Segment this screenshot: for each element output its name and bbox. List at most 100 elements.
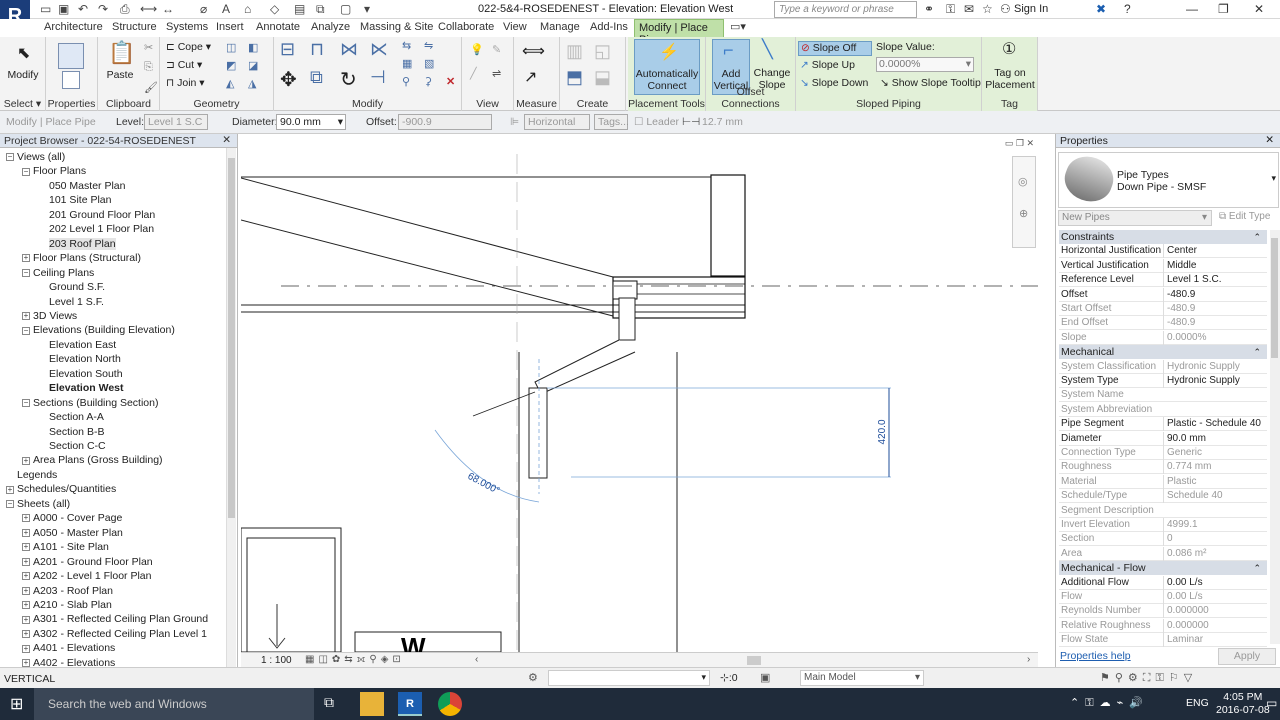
revit-taskbar-icon[interactable]: R — [398, 692, 422, 716]
worksharing-icon[interactable]: ⚙ — [528, 671, 538, 684]
expand-toggle-icon[interactable]: + — [22, 514, 30, 523]
copy-clip-icon[interactable]: ⎘ — [144, 61, 153, 74]
property-row[interactable]: Additional Flow 0.00 L/s — [1059, 575, 1267, 590]
show-slope-tooltip-button[interactable]: ↘ Show Slope Tooltip — [880, 77, 981, 90]
browser-tree-item[interactable]: Section B-B — [38, 425, 104, 439]
property-row[interactable]: Slope 0.0000% — [1059, 330, 1267, 345]
edit-type-button[interactable]: ⧉ Edit Type — [1216, 210, 1278, 226]
expand-toggle-icon[interactable]: + — [22, 254, 30, 263]
property-row[interactable]: Flow 0.00 L/s — [1059, 590, 1267, 604]
expand-toggle-icon[interactable]: + — [6, 485, 14, 494]
paste-button[interactable]: Paste — [100, 69, 140, 81]
split-gap-icon[interactable]: ⇋ — [424, 39, 433, 52]
leader-length[interactable]: 12.7 mm — [702, 116, 743, 128]
property-row[interactable]: Vertical Justification Middle — [1059, 258, 1267, 273]
properties-scroll-thumb[interactable] — [1271, 238, 1278, 358]
property-row[interactable]: Schedule/Type Schedule 40 — [1059, 489, 1267, 504]
expand-toggle-icon[interactable]: + — [22, 456, 30, 465]
subscription-icon[interactable]: ⚿ — [946, 2, 955, 17]
level-select[interactable]: Level 1 S.C — [144, 114, 208, 130]
browser-tree-item[interactable]: − Sheets (all) — [6, 497, 70, 511]
property-value[interactable]: 0.00 L/s — [1163, 575, 1267, 590]
scale-label[interactable]: 1 : 100 — [261, 655, 292, 666]
communication-icon[interactable]: ✉ — [964, 2, 974, 16]
split-element-icon[interactable]: ⇆ — [402, 39, 411, 52]
design-options-icon[interactable]: ▣ — [760, 671, 770, 684]
browser-tree-item[interactable]: + A101 - Site Plan — [22, 540, 109, 554]
browser-tree-item[interactable]: Section A-A — [38, 410, 104, 424]
browser-tree-item[interactable]: − Sections (Building Section) — [22, 396, 158, 410]
steering-wheel-icon[interactable]: ◎ — [1018, 175, 1028, 188]
view-window-controls[interactable]: ▭ ❐ ✕ — [1005, 138, 1034, 149]
browser-tree-item[interactable]: 203 Roof Plan — [38, 237, 116, 251]
expand-toggle-icon[interactable]: + — [22, 312, 30, 321]
expand-toggle-icon[interactable]: + — [22, 615, 30, 624]
property-row[interactable]: Start Offset -480.9 — [1059, 302, 1267, 316]
view-control-icons[interactable]: ▦◫✿⇆⟗⚲◈⊡ — [305, 654, 405, 665]
undo-icon[interactable]: ↶ — [78, 2, 88, 17]
user-icon[interactable]: ⚇ — [1000, 2, 1011, 16]
tab-manage[interactable]: Manage — [540, 21, 580, 33]
align-icon[interactable]: ⊟ — [280, 39, 295, 60]
expand-toggle-icon[interactable]: + — [22, 586, 30, 595]
tab-massing-site[interactable]: Massing & Site — [360, 21, 433, 33]
binoculars-icon[interactable]: ⚭ — [924, 2, 934, 16]
expand-toggle-icon[interactable]: − — [22, 167, 30, 176]
dim-vertical-text[interactable]: 420.0 — [877, 419, 888, 444]
sign-in-link[interactable]: Sign In — [1014, 3, 1048, 15]
tab-view[interactable]: View — [503, 21, 527, 33]
expand-toggle-icon[interactable]: − — [22, 398, 30, 407]
browser-tree-item[interactable]: + Floor Plans (Structural) — [22, 251, 141, 265]
browser-tree-item[interactable]: + A202 - Level 1 Floor Plan — [22, 569, 151, 583]
slope-value-select[interactable]: 0.0000% ▾ — [876, 57, 974, 72]
dimension-icon[interactable]: ↗ — [524, 67, 537, 87]
browser-tree-item[interactable]: 050 Master Plan — [38, 179, 125, 193]
cope-button[interactable]: ⊏ Cope ▾ — [166, 41, 211, 54]
tag-icon[interactable]: ⌀ — [200, 2, 207, 17]
create-parts-icon[interactable]: ◱ — [594, 41, 611, 62]
property-value[interactable]: Plastic - Schedule 40 — [1163, 417, 1267, 432]
expand-toggle-icon[interactable]: + — [22, 528, 30, 537]
browser-tree-item[interactable]: Ground S.F. — [38, 280, 105, 294]
browser-tree-item[interactable]: − Elevations (Building Elevation) — [22, 323, 175, 337]
browser-tree-item[interactable]: Elevation West — [38, 381, 124, 395]
tab-options-icon[interactable]: ▭▾ — [730, 20, 746, 33]
tab-structure[interactable]: Structure — [112, 21, 157, 33]
tab-add-ins[interactable]: Add-Ins — [590, 21, 628, 33]
property-value[interactable]: Center — [1163, 244, 1267, 259]
mirror-line-icon[interactable]: ⋉ — [370, 39, 388, 60]
help-search-input[interactable]: Type a keyword or phrase — [774, 1, 917, 18]
browser-tree-item[interactable]: 202 Level 1 Floor Plan — [38, 222, 154, 236]
create-similar-icon[interactable]: ⬒ — [566, 67, 583, 88]
property-section-header[interactable]: Mechanical ⌃ — [1059, 345, 1267, 360]
drawing-canvas[interactable]: 420.0 68.000° W ▭ ❐ ✕ ◎ ⊕ — [241, 134, 1038, 652]
move-icon[interactable]: ✥ — [280, 67, 297, 92]
browser-tree-item[interactable]: Section C-C — [38, 439, 106, 453]
minimize-icon[interactable]: — — [1186, 2, 1198, 16]
browser-tree-item[interactable]: + Area Plans (Gross Building) — [22, 453, 163, 467]
trim-extend-icon[interactable]: ⊣ — [370, 67, 386, 88]
tab-systems[interactable]: Systems — [166, 21, 208, 33]
match-properties-icon[interactable]: 🖌 — [144, 81, 158, 94]
copy-icon[interactable]: ⧉ — [310, 67, 323, 88]
close-hidden-icon[interactable]: ⧉ — [316, 2, 325, 17]
save-icon[interactable]: ▣ — [58, 2, 69, 17]
browser-tree-item[interactable]: 201 Ground Floor Plan — [38, 208, 155, 222]
leader-checkbox[interactable]: ☐ Leader — [634, 116, 679, 128]
apply-button[interactable]: Apply — [1218, 648, 1276, 665]
paste-icon[interactable]: 📋 — [108, 40, 135, 66]
notifications-icon[interactable]: ▭ — [1266, 696, 1277, 710]
property-row[interactable]: Diameter 90.0 mm — [1059, 431, 1267, 446]
create-assembly-icon[interactable]: ⬓ — [594, 67, 611, 88]
tab-analyze[interactable]: Analyze — [311, 21, 350, 33]
browser-tree-item[interactable]: − Ceiling Plans — [22, 266, 94, 280]
browser-scrollbar[interactable] — [226, 148, 236, 667]
close-browser-icon[interactable]: ✕ — [222, 134, 231, 146]
split-face-icon[interactable]: ◧ — [248, 41, 258, 54]
close-window-icon[interactable]: ✕ — [1254, 2, 1264, 16]
expand-toggle-icon[interactable]: − — [6, 153, 14, 162]
array-icon[interactable]: ▦ — [402, 57, 412, 70]
type-dropdown-icon[interactable]: ▾ — [1271, 173, 1276, 184]
tab-insert[interactable]: Insert — [216, 21, 244, 33]
system-clock[interactable]: 4:05 PM 2016-07-08 — [1216, 691, 1270, 717]
